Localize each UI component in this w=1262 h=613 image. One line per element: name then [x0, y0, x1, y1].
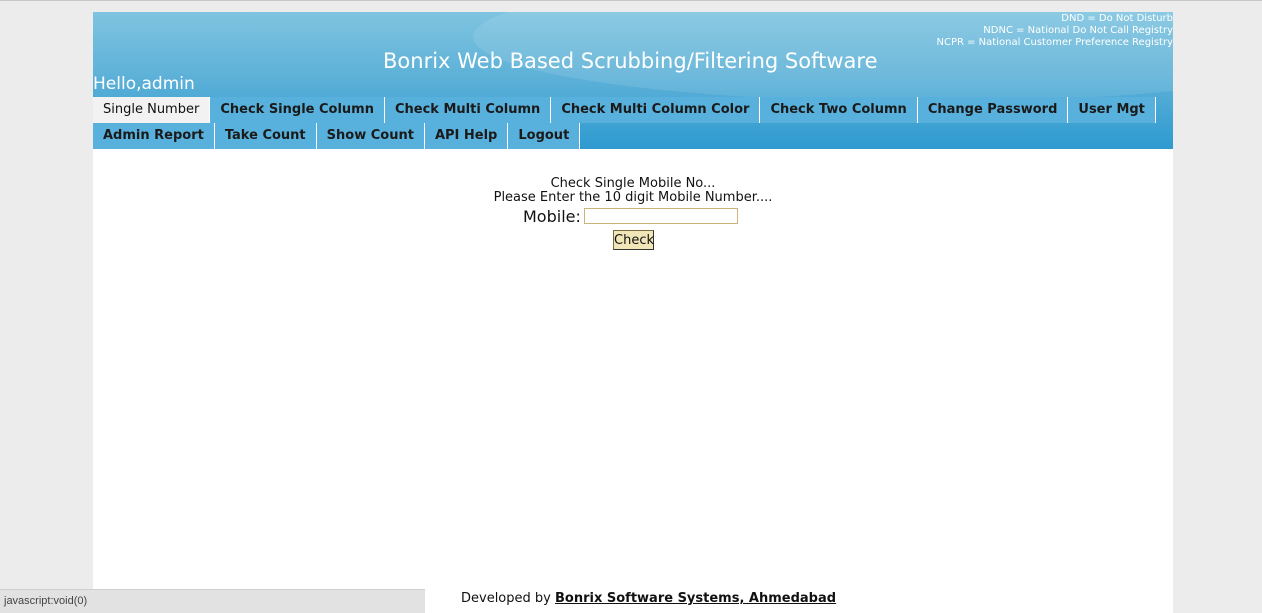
tab-check-multi-column[interactable]: Check Multi Column: [384, 97, 552, 123]
nav-menu-row-1: Single Number Check Single Column Check …: [93, 97, 1156, 123]
tab-api-help[interactable]: API Help: [424, 123, 509, 149]
window-top-border: [0, 0, 1262, 1]
abbreviation-legend: DND = Do Not Disturb NDNC = National Do …: [937, 13, 1174, 49]
tab-take-count[interactable]: Take Count: [214, 123, 317, 149]
mobile-field-row: Mobile:: [523, 206, 738, 226]
user-greeting: Hello,admin: [93, 74, 195, 94]
check-button[interactable]: Check: [613, 230, 654, 250]
page-title: Bonrix Web Based Scrubbing/Filtering Sof…: [383, 49, 878, 73]
tab-show-count[interactable]: Show Count: [316, 123, 425, 149]
tab-logout[interactable]: Logout: [508, 123, 581, 149]
tab-admin-report[interactable]: Admin Report: [93, 123, 215, 149]
legend-ncpr: NCPR = National Customer Preference Regi…: [936, 37, 1174, 48]
tab-check-single-column[interactable]: Check Single Column: [210, 97, 385, 123]
tab-check-two-column[interactable]: Check Two Column: [760, 97, 918, 123]
nav-menu-row-2: Admin Report Take Count Show Count API H…: [93, 123, 581, 149]
form-instruction: Please Enter the 10 digit Mobile Number.…: [493, 190, 773, 205]
tab-check-multi-column-color[interactable]: Check Multi Column Color: [551, 97, 761, 123]
mobile-label: Mobile:: [523, 206, 581, 226]
legend-ndnc: NDNC = National Do Not Call Registry: [983, 25, 1173, 36]
header-banner: DND = Do Not Disturb NDNC = National Do …: [93, 12, 1173, 149]
form-instructions: Check Single Mobile No... Please Enter t…: [93, 177, 1173, 205]
form-heading: Check Single Mobile No...: [550, 176, 716, 191]
tab-change-password[interactable]: Change Password: [917, 97, 1069, 123]
footer: Developed by Bonrix Software Systems, Ah…: [461, 591, 836, 606]
page-container: DND = Do Not Disturb NDNC = National Do …: [93, 12, 1173, 613]
browser-status-bar: javascript:void(0): [0, 589, 425, 613]
footer-company-link[interactable]: Bonrix Software Systems, Ahmedabad: [555, 591, 836, 606]
tab-single-number[interactable]: Single Number: [93, 97, 211, 123]
legend-dnd: DND = Do Not Disturb: [1061, 13, 1173, 24]
tab-user-mgt[interactable]: User Mgt: [1068, 97, 1156, 123]
mobile-input[interactable]: [583, 208, 738, 224]
footer-prefix: Developed by: [461, 591, 551, 606]
